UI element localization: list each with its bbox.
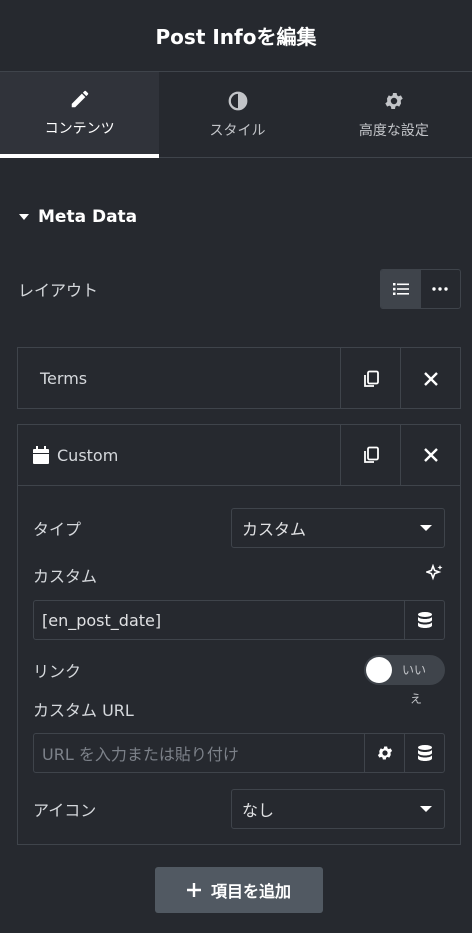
custom-url-label: カスタム URL: [33, 701, 134, 720]
remove-button[interactable]: [400, 348, 460, 409]
layout-list-button[interactable]: [381, 270, 421, 308]
custom-url-field: URL を入力または貼り付け: [33, 733, 445, 773]
repeater-item-title[interactable]: Custom: [18, 446, 340, 465]
pencil-icon: [71, 90, 88, 108]
toggle-off-text: いい: [402, 663, 427, 677]
type-select-value: カスタム: [242, 520, 307, 539]
tab-style[interactable]: スタイル: [159, 72, 315, 158]
custom-text-field: [en_post_date]: [33, 600, 445, 640]
custom-label: カスタム: [33, 567, 98, 586]
copy-icon: [363, 370, 379, 387]
plus-icon: [186, 883, 201, 897]
dynamic-tags-button[interactable]: [404, 601, 444, 639]
section-toggle[interactable]: Meta Data: [18, 203, 137, 231]
copy-icon: [363, 446, 379, 463]
custom-url-input[interactable]: URL を入力または貼り付け: [34, 741, 364, 765]
tab-content[interactable]: コンテンツ: [0, 72, 160, 158]
add-item-label: 項目を追加: [210, 882, 291, 901]
layout-toggle-group: [380, 269, 461, 309]
repeater-item-title[interactable]: Terms: [18, 369, 340, 388]
toggle-off-text-wrap: え: [410, 692, 423, 706]
remove-button[interactable]: [400, 424, 460, 486]
type-label: タイプ: [33, 520, 82, 539]
terms-title-text: Terms: [40, 369, 88, 388]
gear-icon: [385, 93, 403, 109]
tab-advanced[interactable]: 高度な設定: [316, 72, 472, 158]
caret-down-icon: [19, 214, 29, 220]
toggle-knob: [366, 657, 392, 683]
add-item-button[interactable]: 項目を追加: [155, 867, 323, 913]
caret-down-icon: [420, 806, 432, 812]
list-icon: [392, 283, 409, 295]
icon-select[interactable]: なし: [231, 789, 445, 829]
icon-label: アイコン: [33, 801, 97, 820]
dynamic-tags-button[interactable]: [404, 734, 444, 772]
close-icon: [423, 448, 438, 462]
custom-text-input[interactable]: [en_post_date]: [34, 611, 404, 630]
close-icon: [423, 371, 438, 386]
panel-header: Post Infoを編集: [0, 0, 472, 72]
type-select[interactable]: カスタム: [231, 508, 445, 548]
link-options-button[interactable]: [364, 734, 404, 772]
icon-select-value: なし: [242, 801, 275, 820]
contrast-icon: [228, 91, 247, 111]
custom-title-text: Custom: [57, 445, 119, 465]
link-toggle[interactable]: いい: [364, 655, 445, 685]
panel-title: Post Infoを編集: [155, 25, 317, 49]
layout-label: レイアウト: [18, 281, 99, 300]
duplicate-button[interactable]: [340, 424, 400, 486]
caret-down-icon: [420, 525, 432, 531]
tab-style-label: スタイル: [209, 123, 266, 139]
gear-icon: [377, 746, 392, 760]
repeater-item-terms: Terms: [17, 347, 461, 409]
database-icon: [417, 745, 432, 761]
layout-inline-button[interactable]: [421, 270, 461, 308]
calendar-icon: [33, 446, 49, 464]
link-label: リンク: [33, 662, 82, 681]
database-icon: [417, 612, 432, 628]
section-title: Meta Data: [38, 207, 138, 227]
tab-advanced-label: 高度な設定: [358, 123, 429, 139]
tab-content-label: コンテンツ: [44, 121, 115, 137]
tab-bar: コンテンツ スタイル 高度な設定: [0, 72, 472, 158]
ellipsis-icon: [432, 287, 448, 291]
ai-sparkle-icon[interactable]: [426, 564, 444, 582]
duplicate-button[interactable]: [340, 348, 400, 409]
